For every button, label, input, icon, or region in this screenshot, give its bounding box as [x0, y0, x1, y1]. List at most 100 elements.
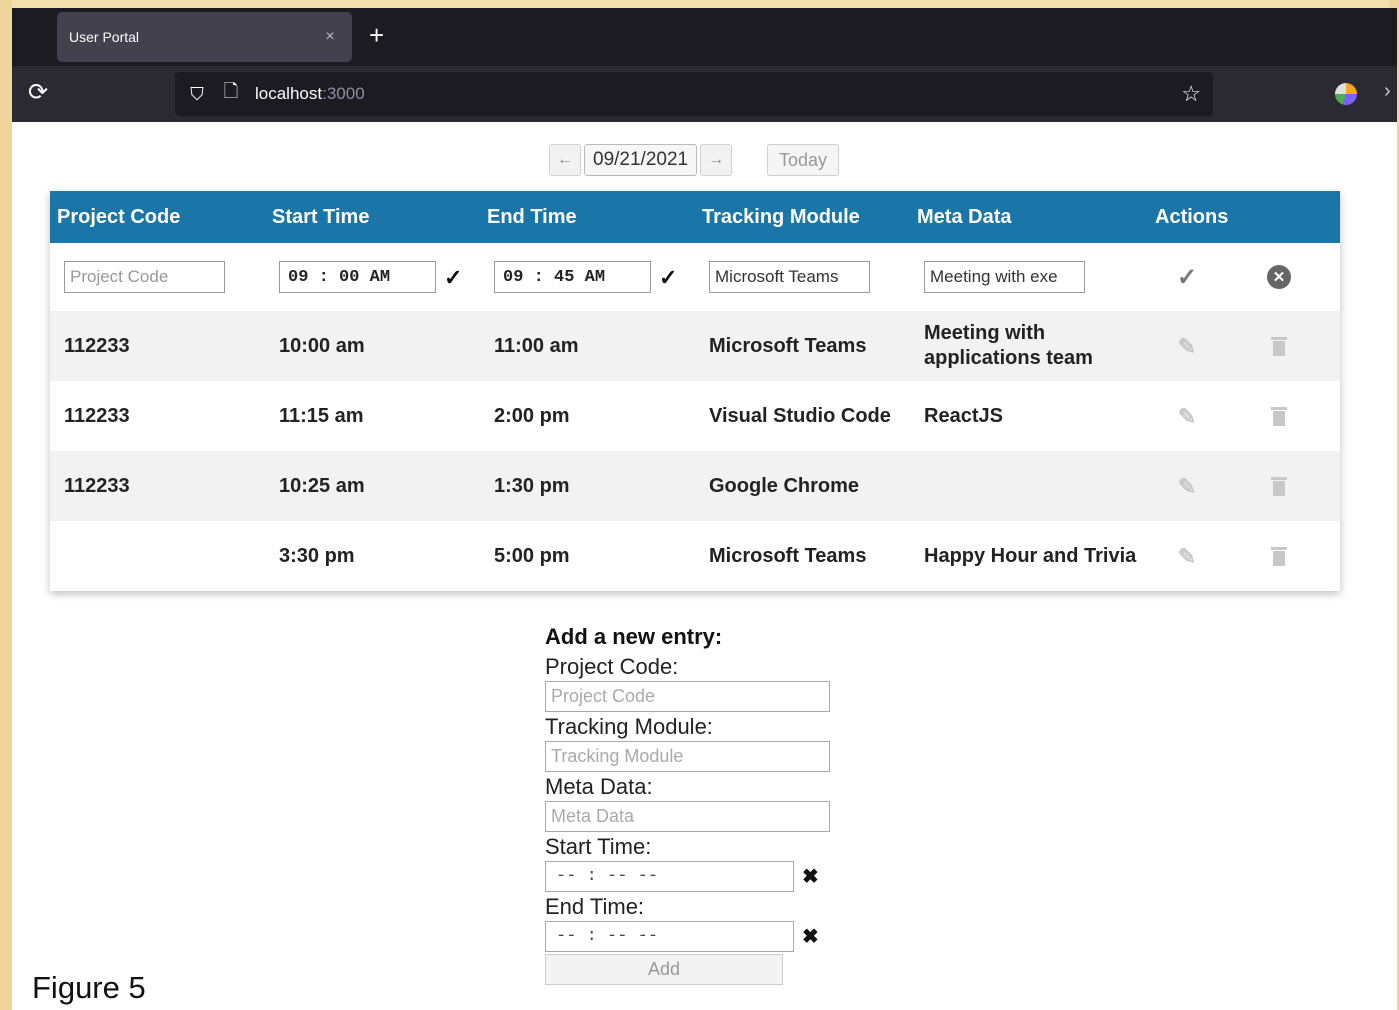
meta-data-cell: ReactJS — [924, 404, 1003, 427]
page-content: ← 09/21/2021 → Today Project Code Start … — [12, 122, 1397, 1010]
header-end-time: End Time — [487, 205, 577, 228]
browser-window: User Portal × + ⟳ ⛉ 🗋 localhost:3000 ☆ › — [12, 8, 1397, 122]
end-time-cell: 1:30 pm — [494, 474, 570, 497]
shield-icon[interactable]: ⛉ — [187, 84, 207, 105]
new-entry-form: Add a new entry: Project Code: Tracking … — [545, 622, 845, 985]
meta-data-input[interactable] — [545, 801, 830, 832]
row-actions: ✎ — [1141, 404, 1340, 429]
end-time-label: End Time: — [545, 894, 645, 919]
end-time-cell: 5:00 pm — [494, 544, 570, 567]
date-field[interactable]: 09/21/2021 — [584, 144, 698, 176]
end-time-cell: 2:00 pm — [494, 404, 570, 427]
header-meta-data: Meta Data — [917, 205, 1012, 228]
start-time-row: -- : -- -- ✖ — [545, 861, 845, 892]
paper-edge — [0, 0, 12, 1010]
table-header: Project Code Start Time End Time Trackin… — [50, 191, 1340, 243]
pencil-icon: ✎ — [1177, 403, 1197, 429]
start-time-cell: 10:25 am — [279, 474, 365, 497]
header-tracking-module: Tracking Module — [702, 205, 860, 228]
edit-button[interactable]: ✎ — [1141, 404, 1233, 429]
edit-tracking-module-cell — [695, 261, 910, 293]
form-title: Add a new entry: — [545, 624, 723, 649]
project-code-cell: 112233 — [64, 334, 130, 357]
delete-button[interactable] — [1233, 336, 1325, 356]
edit-button[interactable]: ✎ — [1141, 544, 1233, 569]
tracking-module-input[interactable] — [545, 741, 830, 772]
pencil-icon: ✎ — [1177, 333, 1197, 359]
edit-tracking-module-input[interactable] — [709, 261, 870, 293]
start-time-input[interactable]: -- : -- -- — [545, 861, 794, 892]
url-host: localhost — [255, 84, 323, 103]
edit-start-time-input[interactable]: 09 : 00 AM — [279, 261, 436, 293]
table-row: 112233 10:00 am 11:00 am Microsoft Teams… — [50, 311, 1340, 381]
project-code-label: Project Code: — [545, 654, 679, 679]
edit-project-code-input[interactable] — [64, 261, 225, 293]
cancel-edit-button[interactable]: ✕ — [1233, 265, 1325, 289]
start-time-cell: 11:15 am — [279, 404, 364, 427]
pencil-icon: ✎ — [1177, 543, 1197, 569]
entries-table: Project Code Start Time End Time Trackin… — [50, 191, 1340, 591]
chevron-right-icon[interactable]: › — [1384, 80, 1391, 103]
project-code-input[interactable] — [545, 681, 830, 712]
tracking-module-cell: Google Chrome — [709, 474, 860, 497]
header-project-code: Project Code — [57, 205, 181, 228]
row-actions: ✎ — [1141, 474, 1340, 499]
edit-button[interactable]: ✎ — [1141, 334, 1233, 359]
start-time-cell: 10:00 am — [279, 334, 365, 357]
tab-bar: User Portal × + — [12, 8, 1397, 66]
reload-icon[interactable]: ⟳ — [28, 78, 48, 107]
end-time-row: -- : -- -- ✖ — [545, 921, 845, 952]
delete-button[interactable] — [1233, 406, 1325, 426]
save-entry-button[interactable]: ✓ — [1141, 265, 1233, 290]
check-icon[interactable]: ✓ — [659, 265, 677, 290]
next-day-button[interactable]: → — [700, 144, 733, 176]
extension-icon[interactable] — [1335, 83, 1357, 105]
edit-start-time-cell: 09 : 00 AM ✓ — [265, 261, 480, 293]
new-tab-icon[interactable]: + — [369, 20, 384, 50]
delete-button[interactable] — [1233, 476, 1325, 496]
trash-icon — [1271, 476, 1287, 496]
tab-user-portal[interactable]: User Portal × — [57, 12, 352, 62]
pencil-icon: ✎ — [1177, 473, 1197, 499]
end-time-input[interactable]: -- : -- -- — [545, 921, 794, 952]
table-row: 112233 10:25 am 1:30 pm Google Chrome ✎ — [50, 451, 1340, 521]
tracking-module-cell: Visual Studio Code — [709, 404, 891, 427]
delete-button[interactable] — [1233, 546, 1325, 566]
edit-meta-data-input[interactable] — [924, 261, 1085, 293]
tracking-module-label: Tracking Module: — [545, 714, 713, 739]
add-entry-button[interactable]: Add — [545, 954, 783, 985]
table-row: 112233 11:15 am 2:00 pm Visual Studio Co… — [50, 381, 1340, 451]
figure-caption: Figure 5 — [32, 970, 146, 1005]
trash-icon — [1271, 546, 1287, 566]
url-port: :3000 — [322, 84, 365, 103]
page-icon[interactable]: 🗋 — [221, 79, 241, 109]
url-bar[interactable]: ⛉ 🗋 localhost:3000 ☆ — [175, 72, 1213, 116]
previous-day-button[interactable]: ← — [549, 144, 581, 176]
edit-row: 09 : 00 AM ✓ 09 : 45 AM ✓ ✓ ✕ — [50, 243, 1340, 311]
row-actions: ✎ — [1141, 544, 1340, 569]
meta-data-cell: Happy Hour and Trivia — [924, 544, 1137, 567]
clear-end-time-icon[interactable]: ✖ — [802, 924, 819, 949]
clear-start-time-icon[interactable]: ✖ — [802, 864, 819, 889]
row-actions: ✎ — [1141, 334, 1340, 359]
meta-data-cell: Meeting with applications team — [924, 322, 1093, 369]
today-button[interactable]: Today — [767, 144, 839, 176]
edit-button[interactable]: ✎ — [1141, 474, 1233, 499]
edit-end-time-cell: 09 : 45 AM ✓ — [480, 261, 695, 293]
project-code-cell: 112233 — [64, 474, 130, 497]
meta-data-label: Meta Data: — [545, 774, 653, 799]
header-start-time: Start Time — [272, 205, 370, 228]
nav-bar: ⟳ ⛉ 🗋 localhost:3000 ☆ › — [12, 66, 1397, 122]
trash-icon — [1271, 336, 1287, 356]
close-tab-icon[interactable]: × — [320, 28, 340, 46]
start-time-cell: 3:30 pm — [279, 544, 355, 567]
bookmark-star-icon[interactable]: ☆ — [1181, 81, 1201, 107]
edit-actions-cell: ✓ ✕ — [1141, 265, 1340, 290]
header-actions: Actions — [1155, 205, 1229, 228]
edit-end-time-input[interactable]: 09 : 45 AM — [494, 261, 651, 293]
check-icon[interactable]: ✓ — [444, 265, 462, 290]
tracking-module-cell: Microsoft Teams — [709, 334, 867, 357]
check-icon: ✓ — [1176, 263, 1198, 291]
edit-project-code-cell — [50, 261, 265, 293]
table-row: 3:30 pm 5:00 pm Microsoft Teams Happy Ho… — [50, 521, 1340, 591]
